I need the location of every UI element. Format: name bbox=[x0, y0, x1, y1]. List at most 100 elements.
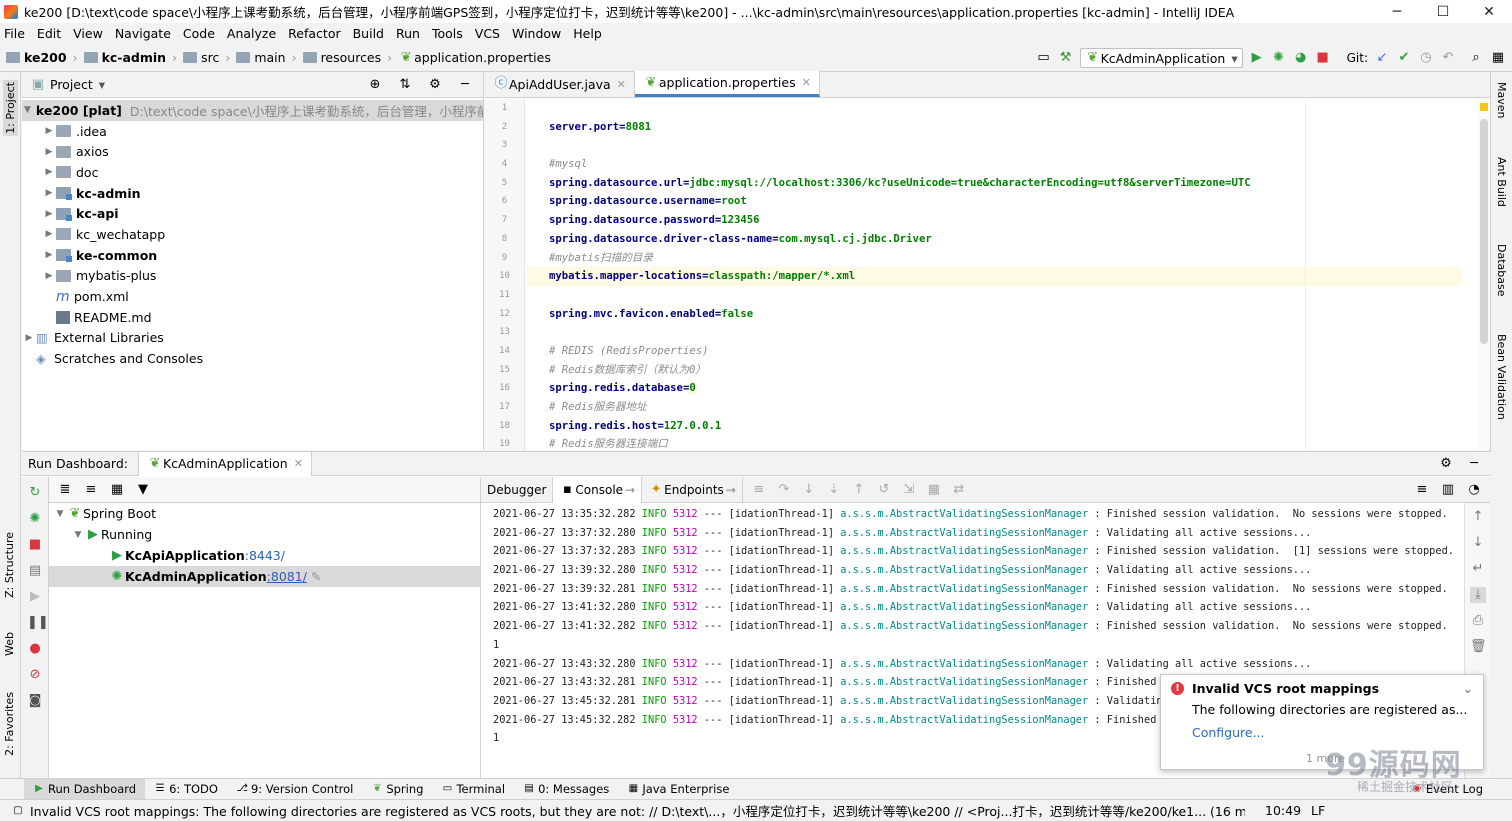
trash-icon[interactable]: 🗑 bbox=[1470, 639, 1487, 655]
gear-icon[interactable]: ⚙ bbox=[427, 77, 443, 93]
code-line[interactable]: spring.datasource.driver-class-name=com.… bbox=[527, 230, 1462, 249]
menu-vcs[interactable]: VCS bbox=[475, 26, 500, 41]
chevron-right-icon[interactable]: ▶ bbox=[42, 167, 56, 177]
code-area[interactable]: server.port=8081 #mysql spring.datasource.… bbox=[527, 99, 1462, 450]
code-line[interactable] bbox=[527, 136, 1462, 155]
edit-icon[interactable]: ✎ bbox=[311, 569, 321, 584]
structure-tool-button[interactable]: Z: Structure bbox=[3, 532, 16, 598]
run-tree-kcadmin[interactable]: ✺ KcAdminApplication:8081/ ✎ bbox=[49, 566, 480, 587]
debug-icon[interactable]: ✺ bbox=[27, 511, 43, 527]
chevron-down-icon[interactable]: ▼ bbox=[53, 509, 67, 519]
gear-icon[interactable]: ⚙ bbox=[1438, 456, 1454, 472]
step-over-icon[interactable]: ↷ bbox=[776, 482, 792, 498]
layout-icon[interactable]: ▥ bbox=[1440, 482, 1456, 498]
breakpoints-icon[interactable]: ● bbox=[27, 641, 43, 657]
code-line[interactable]: spring.datasource.url=jdbc:mysql://local… bbox=[527, 174, 1462, 193]
chevron-down-icon[interactable]: ▼ bbox=[24, 105, 31, 115]
tool-run-dashboard[interactable]: ▶ Run Dashboard bbox=[24, 778, 146, 800]
tool-todo[interactable]: ☰ 6: TODO bbox=[145, 779, 227, 800]
code-line[interactable]: # Redis服务器地址 bbox=[527, 398, 1462, 417]
chevron-right-icon[interactable]: ▶ bbox=[42, 188, 56, 198]
run-tree-running[interactable]: ▼ ▶ Running bbox=[49, 524, 480, 545]
tree-item-mybatis-plus[interactable]: ▶ mybatis-plus bbox=[22, 266, 483, 287]
notification-more[interactable]: 1 more bbox=[1306, 752, 1345, 765]
chevron-right-icon[interactable]: ▶ bbox=[22, 333, 36, 343]
show-execution-point-icon[interactable]: ≡ bbox=[751, 482, 767, 498]
code-line[interactable]: #mybatis扫描的目录 bbox=[527, 249, 1462, 268]
menu-analyze[interactable]: Analyze bbox=[227, 26, 276, 41]
app-port-link[interactable]: :8443/ bbox=[245, 548, 285, 563]
git-commit-icon[interactable]: ✔ bbox=[1396, 50, 1412, 66]
filter-icon[interactable]: ▼ bbox=[135, 482, 151, 498]
minimize-button[interactable]: ─ bbox=[1374, 4, 1420, 20]
chevron-right-icon[interactable]: ▶ bbox=[42, 229, 56, 239]
breadcrumb-main[interactable]: main › bbox=[236, 50, 297, 65]
hide-icon[interactable]: ─ bbox=[1466, 456, 1482, 472]
tab-console[interactable]: ▪ Console → bbox=[553, 476, 643, 503]
code-line[interactable]: #mysql bbox=[527, 155, 1462, 174]
status-toggle-icon[interactable]: ▢ bbox=[10, 803, 26, 819]
maven-tool-button[interactable]: Maven bbox=[1495, 82, 1508, 118]
code-line[interactable]: spring.datasource.password=123456 bbox=[527, 211, 1462, 230]
scroll-up-icon[interactable]: ↑ bbox=[1470, 509, 1486, 525]
code-line[interactable]: # Redis服务器连接端口 bbox=[527, 435, 1462, 450]
close-icon[interactable]: ✕ bbox=[294, 457, 303, 470]
print-icon[interactable]: ⎙ bbox=[1470, 613, 1486, 629]
git-rollback-icon[interactable]: ↶ bbox=[1440, 50, 1456, 66]
search-icon[interactable]: ⌕ bbox=[1468, 50, 1484, 66]
pause-icon[interactable]: ❚❚ bbox=[27, 615, 49, 631]
menu-navigate[interactable]: Navigate bbox=[115, 26, 171, 41]
chevron-right-icon[interactable]: ▶ bbox=[42, 147, 56, 157]
tool-version-control[interactable]: ⎇ 9: Version Control bbox=[227, 779, 362, 800]
tree-item-kc-api[interactable]: ▶ kc-api bbox=[22, 203, 483, 224]
force-step-into-icon[interactable]: ⇣ bbox=[826, 482, 842, 498]
code-line[interactable]: # REDIS (RedisProperties) bbox=[527, 342, 1462, 361]
rerun-icon[interactable]: ↻ bbox=[27, 485, 43, 501]
tab-endpoints[interactable]: ✦ Endpoints → bbox=[642, 476, 743, 503]
tree-item-idea[interactable]: ▶. idea bbox=[22, 121, 483, 142]
scroll-down-icon[interactable]: ↓ bbox=[1470, 535, 1486, 551]
breadcrumb-resources[interactable]: resources › bbox=[302, 50, 392, 65]
run-tree-kcapi[interactable]: ▶ KcApiApplication:8443/ bbox=[49, 545, 480, 566]
tool-messages[interactable]: ▤ 0: Messages bbox=[514, 779, 618, 800]
menu-build[interactable]: Build bbox=[353, 26, 384, 41]
tab-application-properties[interactable]: ❦ application.properties ✕ bbox=[634, 71, 820, 97]
code-line[interactable]: spring.redis.host=127.0.0.1 bbox=[527, 417, 1462, 436]
tree-item-kc-admin[interactable]: ▶ kc-admin bbox=[22, 183, 483, 204]
web-tool-button[interactable]: Web bbox=[3, 632, 16, 656]
tool-spring[interactable]: ❦ Spring bbox=[362, 779, 432, 800]
tab-kcadminapplication[interactable]: ❦ KcAdminApplication ✕ bbox=[137, 451, 312, 476]
soft-wrap-icon[interactable]: ≡ bbox=[1414, 482, 1430, 498]
build-hammer-icon[interactable]: ⚒ bbox=[1058, 50, 1074, 66]
code-line[interactable]: # Redis数据库索引（默认为0） bbox=[527, 361, 1462, 380]
coverage-icon[interactable]: ◕ bbox=[1293, 50, 1309, 66]
expand-all-icon[interactable]: ≣ bbox=[57, 482, 73, 498]
mute-breakpoints-icon[interactable]: ⊘ bbox=[27, 667, 43, 683]
locate-icon[interactable]: ⊕ bbox=[367, 77, 383, 93]
collapse-all-icon[interactable]: ≡ bbox=[83, 482, 99, 498]
project-view-select[interactable]: Project bbox=[50, 77, 93, 92]
stop-icon[interactable]: ■ bbox=[1315, 50, 1331, 66]
tree-item-readme[interactable]: README.md bbox=[22, 307, 483, 328]
tree-item-external-libraries[interactable]: ▶ ▥ External Libraries bbox=[22, 328, 483, 349]
breadcrumb-src[interactable]: src › bbox=[183, 50, 230, 65]
code-line[interactable] bbox=[527, 99, 1462, 118]
project-tool-button[interactable]: 1: Project bbox=[3, 80, 18, 136]
code-line[interactable]: spring.mvc.favicon.enabled=false bbox=[527, 305, 1462, 324]
gauge-icon[interactable]: ◔ bbox=[1466, 482, 1482, 498]
favorites-tool-button[interactable]: 2: Favorites bbox=[3, 692, 16, 756]
tree-item-axios[interactable]: ▶ axios bbox=[22, 141, 483, 162]
chevron-down-icon[interactable]: ▾ bbox=[99, 77, 105, 92]
debug-icon[interactable]: ✺ bbox=[1271, 50, 1287, 66]
menu-file[interactable]: File bbox=[4, 26, 25, 41]
menu-code[interactable]: Code bbox=[183, 26, 215, 41]
close-icon[interactable]: ✕ bbox=[617, 78, 626, 91]
tree-root[interactable]: ▼ ke200 [plat] D:\text\code space\小程序上课考… bbox=[22, 100, 483, 121]
trace-icon[interactable]: ⇄ bbox=[951, 482, 967, 498]
evaluate-icon[interactable]: ▦ bbox=[926, 482, 942, 498]
run-config-select[interactable]: ❦ KcAdminApplication ▾ bbox=[1079, 48, 1243, 68]
tab-apiadduser[interactable]: ⓒ ApiAddUser.java ✕ bbox=[485, 71, 635, 97]
resume-icon[interactable]: ▶ bbox=[27, 589, 43, 605]
chevron-down-icon[interactable]: ▼ bbox=[71, 530, 85, 540]
step-out-icon[interactable]: ↑ bbox=[851, 482, 867, 498]
